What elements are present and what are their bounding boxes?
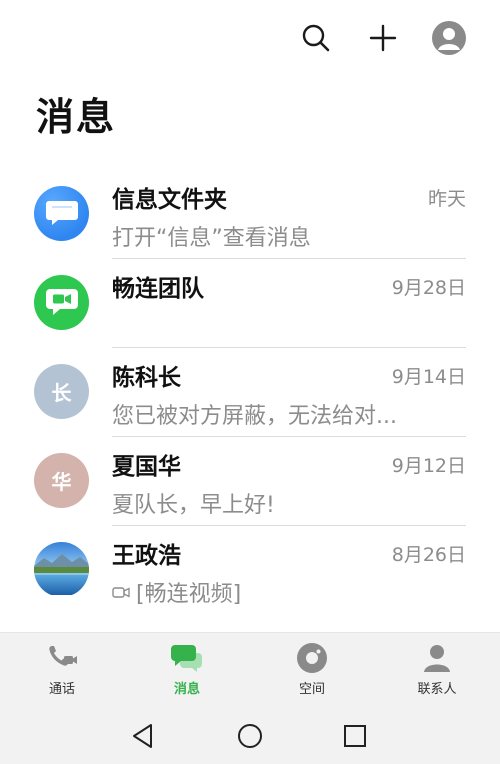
system-nav-bar: [0, 706, 500, 764]
recents-icon[interactable]: [341, 722, 369, 750]
avatar-initial: 长: [51, 381, 72, 405]
conversation-row[interactable]: 华 夏国华 夏队长，早上好! 9月12日: [0, 437, 500, 526]
conversation-name: 信息文件夹: [112, 187, 227, 213]
tab-space[interactable]: 空间: [267, 641, 357, 703]
space-icon: [295, 641, 329, 675]
conversation-time: 9月12日: [391, 455, 466, 477]
tab-calls[interactable]: 通话: [17, 641, 107, 703]
contacts-icon: [420, 641, 454, 675]
profile-avatar-icon[interactable]: [431, 20, 467, 56]
top-bar: [0, 0, 500, 80]
conversation-name: 畅连团队: [112, 276, 204, 302]
conversation-row[interactable]: 长 陈科长 您已被对方屏蔽，无法给对... 9月14日: [0, 348, 500, 437]
video-icon: [112, 584, 132, 600]
conversation-name: 夏国华: [112, 454, 181, 480]
message-bubble-icon: [45, 197, 79, 231]
conversation-time: 8月26日: [391, 544, 466, 566]
conversation-row[interactable]: 信息文件夹 打开“信息”查看消息 昨天: [0, 170, 500, 259]
bottom-tab-bar: 通话 消息 空间 联系人: [0, 632, 500, 706]
phone-video-icon: [45, 641, 79, 675]
chat-bubbles-icon: [170, 641, 204, 675]
conversation-time: 9月28日: [391, 277, 466, 299]
tab-label: 联系人: [417, 682, 457, 697]
conversation-name: 王政浩: [112, 543, 181, 569]
conversation-time: 9月14日: [391, 366, 466, 388]
conversation-preview: [畅连视频]: [112, 576, 462, 608]
avatar: 华: [34, 453, 89, 508]
page-title: 消息: [36, 95, 117, 139]
conversation-name: 陈科长: [112, 365, 181, 391]
conversation-preview: 夏队长，早上好!: [112, 493, 275, 518]
back-icon[interactable]: [129, 722, 157, 750]
search-icon[interactable]: [298, 20, 334, 56]
preview-text: [畅连视频]: [136, 582, 242, 607]
conversation-row[interactable]: 畅连团队 9月28日: [0, 259, 500, 348]
tab-contacts[interactable]: 联系人: [392, 641, 482, 703]
tab-messages[interactable]: 消息: [142, 641, 232, 703]
add-icon[interactable]: [365, 20, 401, 56]
tab-label: 空间: [298, 682, 325, 697]
avatar: [34, 542, 89, 597]
tab-label: 通话: [48, 682, 75, 697]
conversation-preview: 打开“信息”查看消息: [112, 226, 311, 251]
conversation-preview: 您已被对方屏蔽，无法给对...: [112, 404, 397, 429]
home-icon[interactable]: [236, 722, 264, 750]
avatar: 长: [34, 364, 89, 419]
conversation-list: 信息文件夹 打开“信息”查看消息 昨天 畅连团队 9月28日 长 陈科长 您已被…: [0, 170, 500, 615]
conversation-time: 昨天: [427, 188, 466, 210]
landscape-photo-icon: [34, 542, 89, 597]
video-camera-icon: [44, 285, 80, 321]
conversation-row[interactable]: 王政浩 [畅连视频] 8月26日: [0, 526, 500, 615]
avatar-initial: 华: [51, 470, 72, 494]
avatar: [34, 186, 89, 241]
tab-label: 消息: [173, 682, 200, 697]
avatar: [34, 275, 89, 330]
